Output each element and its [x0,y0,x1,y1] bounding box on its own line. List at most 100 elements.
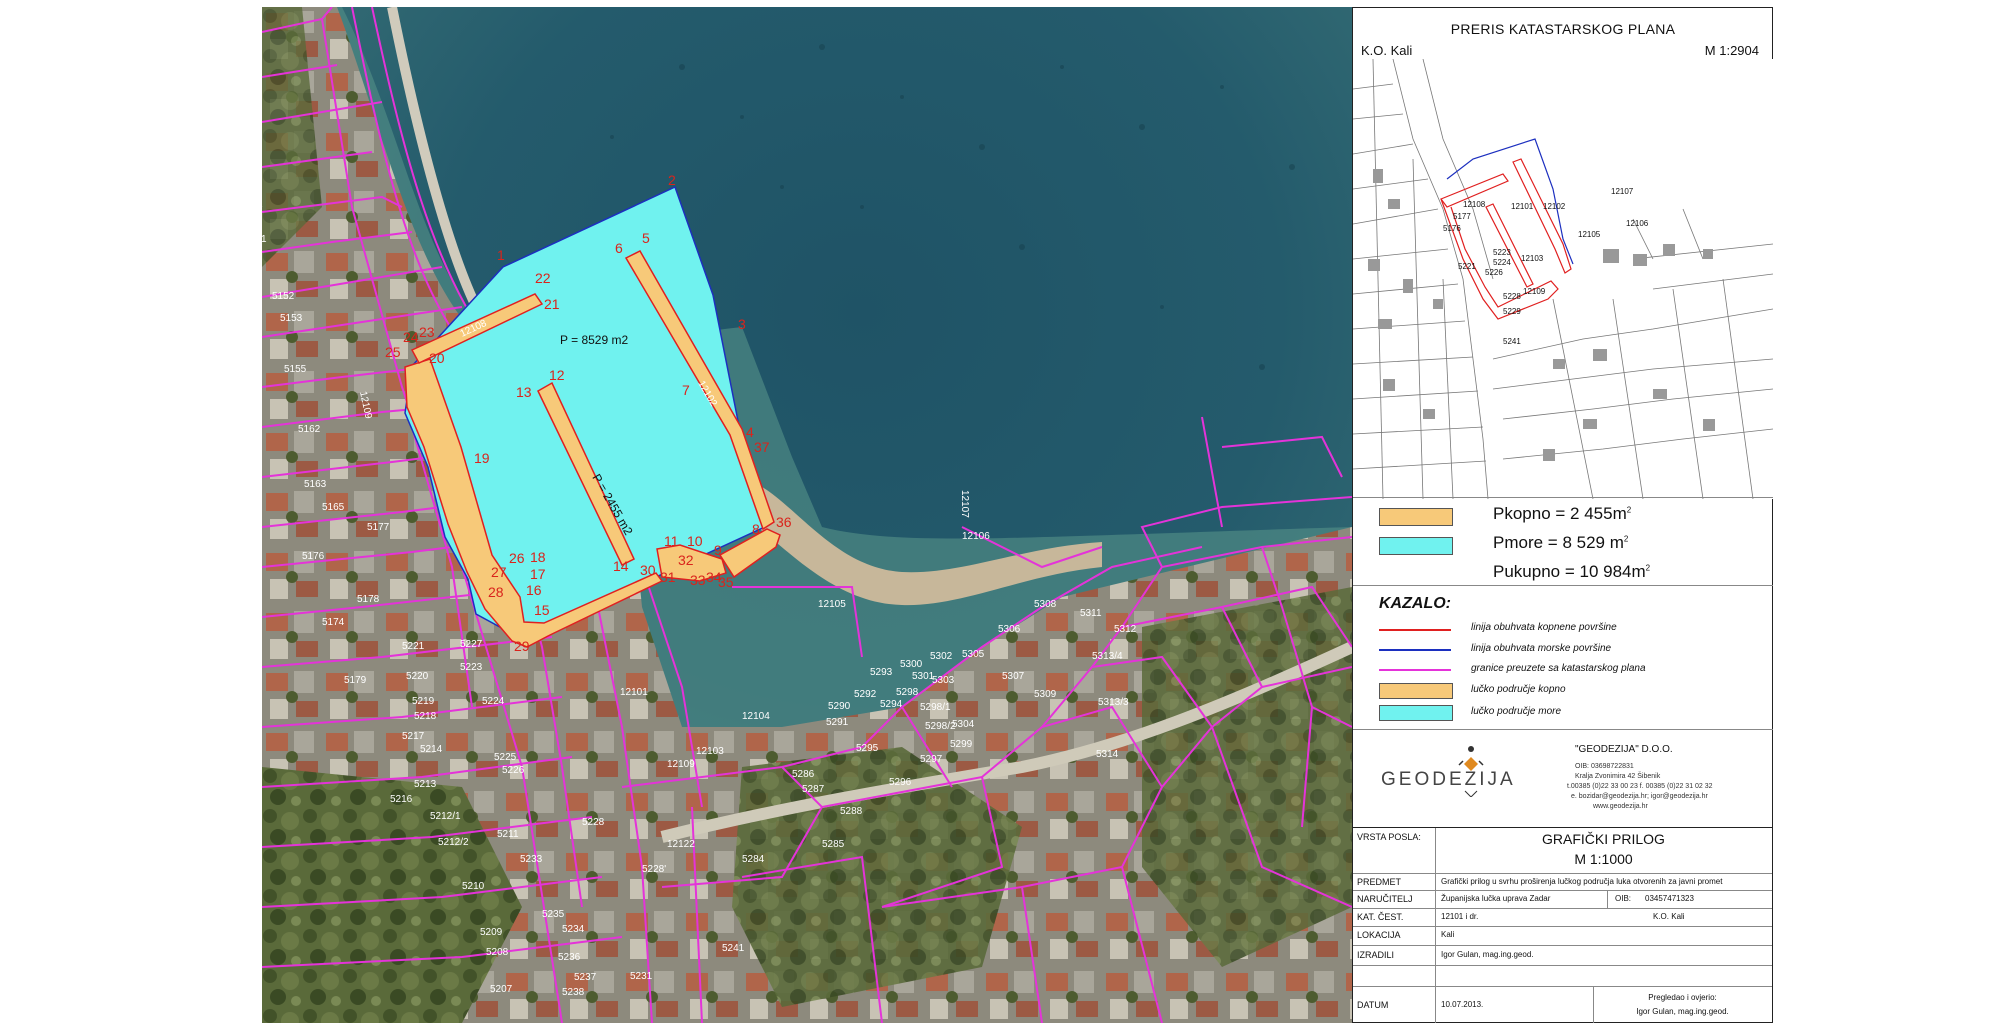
sea-area-total: Pmore = 8 529 m2 [1493,533,1629,552]
svg-text:5219: 5219 [412,696,435,707]
point-1: 1 [497,247,505,263]
company-line: OIB: 03698722831 [1575,763,1634,770]
legend-sea-swatch [1379,705,1453,721]
point-32: 32 [678,552,694,568]
point-24: 24 [403,329,419,345]
svg-text:5221: 5221 [402,641,425,652]
svg-text:5308: 5308 [1034,599,1057,610]
pregledao-value: Igor Gulan, mag.ing.geod. [1636,1007,1729,1016]
point-6: 6 [615,240,623,256]
svg-text:5236: 5236 [558,952,581,963]
lokacija-value: Kali [1441,930,1455,939]
svg-text:12109: 12109 [1523,287,1546,296]
point-3: 3 [738,316,746,332]
svg-text:5302: 5302 [930,651,953,662]
svg-text:12122: 12122 [667,839,695,850]
svg-text:12109: 12109 [667,759,695,770]
svg-text:5288: 5288 [840,806,863,817]
svg-text:5223: 5223 [1493,248,1511,257]
sea-swatch [1379,537,1453,555]
svg-text:12103: 12103 [1521,254,1544,263]
title-block: VRSTA POSLA: GRAFIČKI PRILOG M 1:1000 PR… [1353,827,1772,1023]
point-12: 12 [549,367,565,383]
svg-text:5313/3: 5313/3 [1098,697,1129,708]
svg-text:5220: 5220 [406,671,429,682]
svg-text:5226: 5226 [502,765,525,776]
svg-text:5225: 5225 [494,752,517,763]
svg-text:5228: 5228 [1503,292,1521,301]
narucitelj-label: NARUČITELJ [1357,894,1413,904]
point-35: 35 [718,574,734,590]
svg-text:5298/1: 5298/1 [920,702,951,713]
orthophoto-map[interactable]: 1 2 3 4 5 6 7 8 9 10 11 12 13 14 15 16 1… [262,7,1352,1023]
svg-text:5217: 5217 [402,731,425,742]
svg-text:5314: 5314 [1096,749,1119,760]
inset-cadastral-plan[interactable]: 5176 5177 5221 522352245226 5228 5229 5241 1… [1353,59,1773,499]
datum-value: 10.07.2013. [1441,1000,1484,1009]
legend-blue-line [1379,649,1451,651]
svg-text:5211: 5211 [497,829,519,840]
svg-text:12105: 12105 [818,599,846,610]
svg-text:12108: 12108 [1463,200,1486,209]
svg-text:5207: 5207 [490,984,513,995]
point-5: 5 [642,230,650,246]
svg-text:5163: 5163 [304,479,327,490]
svg-text:5174: 5174 [322,617,345,628]
svg-text:5309: 5309 [1034,689,1057,700]
svg-text:12103: 12103 [696,746,724,757]
legend-title: KAZALO: [1379,595,1451,612]
izradili-value: Igor Gulan, mag.ing.geod. [1441,950,1534,959]
total-area: Pukupno = 10 984m2 [1493,562,1651,581]
point-26: 26 [509,550,525,566]
svg-text:5155: 5155 [284,364,307,375]
point-37: 37 [754,439,770,455]
svg-text:5237: 5237 [574,972,597,983]
svg-text:5238: 5238 [562,987,585,998]
svg-text:5177: 5177 [1453,212,1471,221]
svg-text:5212/1: 5212/1 [430,811,461,822]
legend-divider [1353,585,1773,586]
svg-text:12107: 12107 [959,490,970,518]
legend-red-line [1379,629,1451,631]
drawing-scale: M 1:1000 [1574,851,1633,867]
company-line: e. bozidar@geodezija.hr; igor@geodezija.… [1571,793,1708,800]
legend-magenta-line [1379,669,1451,671]
svg-text:5176: 5176 [1443,224,1461,233]
drawing-title: GRAFIČKI PRILOG [1542,831,1665,847]
svg-text:5285: 5285 [822,839,845,850]
svg-text:12105: 12105 [1578,230,1601,239]
svg-text:12106: 12106 [962,531,990,542]
point-16: 16 [526,582,542,598]
company-logo-text: GEODEZIJA [1381,769,1516,790]
point-10: 10 [687,533,703,549]
svg-text:5178: 5178 [357,594,380,605]
pregledao-label: Pregledao i ovjerio: [1648,993,1717,1002]
vrsta-label: VRSTA POSLA: [1357,832,1421,842]
datum-label: DATUM [1357,1000,1389,1010]
point-30: 30 [640,562,656,578]
svg-text:5209: 5209 [480,927,503,938]
summary-divider [1353,497,1773,498]
svg-text:5284: 5284 [742,854,765,865]
point-20: 20 [429,350,445,366]
svg-text:12102: 12102 [1543,202,1566,211]
svg-text:5210: 5210 [462,881,485,892]
svg-text:5294: 5294 [880,699,903,710]
land-area-total: Pkopno = 2 455m2 [1493,504,1632,523]
point-21: 21 [544,296,560,312]
point-23: 23 [419,324,435,340]
ko-value: K.O. Kali [1653,912,1685,921]
svg-text:5213: 5213 [414,779,437,790]
svg-text:5241: 5241 [722,943,745,954]
svg-text:5212/2: 5212/2 [438,837,469,848]
company-name: "GEODEZIJA" D.O.O. [1575,744,1673,755]
legend-item: lučko područje more [1471,706,1562,717]
svg-text:5221: 5221 [1458,262,1476,271]
svg-text:5224: 5224 [482,696,505,707]
svg-text:5241: 5241 [1503,337,1521,346]
point-31: 31 [660,569,676,585]
svg-text:12101: 12101 [1511,202,1534,211]
predmet-label: PREDMET [1357,877,1402,887]
point-14: 14 [613,558,629,574]
point-11: 11 [664,533,679,549]
